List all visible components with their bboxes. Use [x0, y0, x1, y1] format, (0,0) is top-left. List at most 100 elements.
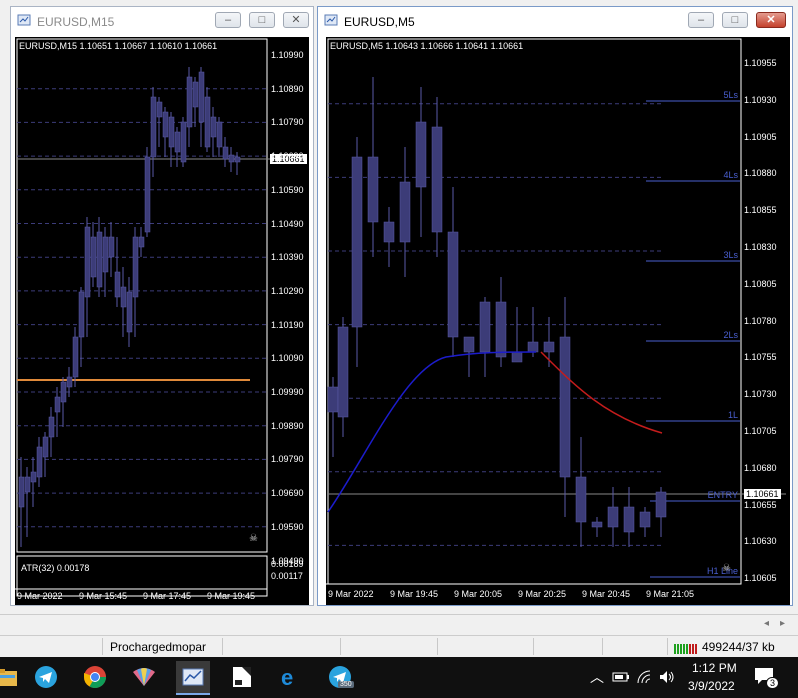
- maximize-button[interactable]: □: [722, 12, 748, 28]
- level-label: 3Ls: [723, 250, 738, 260]
- right-window-titlebar[interactable]: EURUSD,M5 – □ ✕: [318, 7, 792, 35]
- candle-body: [431, 126, 443, 233]
- left-price-tick: 1.10990: [271, 50, 304, 60]
- explorer-icon[interactable]: [0, 663, 20, 691]
- left-chart-canvas[interactable]: [15, 37, 309, 605]
- close-button[interactable]: ✕: [283, 12, 309, 28]
- candle-body: [18, 476, 25, 508]
- candle-body: [96, 231, 103, 288]
- candle-body: [48, 416, 55, 438]
- atr-subwindow-frame: [16, 555, 268, 597]
- right-chart-window[interactable]: EURUSD,M5 – □ ✕ EURUSD,M5 1.10643 1.1066…: [317, 6, 793, 606]
- candle-body: [24, 476, 31, 493]
- edge-icon[interactable]: e: [277, 663, 305, 691]
- candle-body: [399, 181, 411, 243]
- wifi-icon[interactable]: [636, 669, 652, 685]
- candle-body: [367, 156, 379, 223]
- candle-body: [114, 271, 121, 298]
- atr-tick-low: 0.00117: [271, 571, 303, 581]
- candle-body: [72, 336, 79, 378]
- right-chart-canvas[interactable]: [326, 37, 790, 605]
- metatrader-icon[interactable]: [176, 661, 210, 695]
- right-plot-frame: [327, 38, 742, 585]
- right-price-tick: 1.10680: [744, 462, 777, 473]
- telegram-badge: 350: [338, 681, 354, 688]
- battery-icon[interactable]: [612, 671, 630, 683]
- scroll-left-icon[interactable]: ◂: [764, 618, 769, 629]
- right-price-tick: 1.10855: [744, 205, 777, 216]
- candle-body: [90, 236, 97, 278]
- left-candles: [18, 67, 241, 547]
- connection-status: 499244/37 kb: [702, 640, 775, 654]
- clock-time[interactable]: 1:12 PM: [692, 661, 737, 675]
- chrome-icon[interactable]: [81, 663, 109, 691]
- left-date-tick: 9 Mar 19:45: [207, 591, 256, 601]
- left-window-title: EURUSD,M15: [37, 15, 115, 29]
- candle-body: [623, 506, 635, 533]
- windows-taskbar: e 350 ︿ 1:12 PM 3/9/2022 3: [0, 657, 798, 698]
- right-window-title: EURUSD,M5: [344, 15, 415, 29]
- candle-body: [222, 146, 229, 160]
- level-label: 1L: [727, 410, 738, 420]
- right-date-tick: 9 Mar 21:05: [646, 589, 695, 599]
- candle-body: [337, 326, 349, 418]
- left-date-tick: 9 Mar 15:45: [79, 591, 128, 601]
- left-price-tick: 1.10590: [271, 184, 304, 195]
- atr-tick-high: 0.00189: [271, 559, 304, 569]
- left-price-tick: 1.10490: [271, 218, 304, 229]
- left-plot-frame: [16, 38, 268, 553]
- volume-icon[interactable]: [658, 669, 676, 685]
- right-chart-header: EURUSD,M5 1.10643 1.10666 1.10641 1.1066…: [330, 41, 524, 51]
- candle-body: [559, 336, 571, 478]
- candle-body: [655, 491, 667, 518]
- chart-window-icon: [17, 14, 31, 26]
- candle-body: [30, 471, 37, 483]
- left-chart-window[interactable]: EURUSD,M15 – □ ✕ EURUSD,M15 1.10651 1.10…: [10, 6, 314, 606]
- system-tray: ︿ 1:12 PM 3/9/2022 3: [586, 657, 798, 698]
- candle-body: [174, 131, 181, 153]
- chart-tab-strip[interactable]: ◂ ▸: [0, 614, 798, 635]
- level-label: 2Ls: [723, 330, 738, 340]
- right-price-tick: 1.10805: [744, 278, 777, 289]
- left-price-tick: 1.09890: [271, 420, 304, 431]
- right-price-tick: 1.10705: [744, 426, 777, 436]
- left-price-tick: 1.09590: [271, 521, 304, 532]
- left-chart-header: EURUSD,M15 1.10651 1.10667 1.10610 1.106…: [19, 41, 218, 51]
- minimize-button[interactable]: –: [688, 12, 714, 28]
- candle-body: [180, 121, 187, 163]
- candle-body: [639, 511, 651, 528]
- maximize-button[interactable]: □: [249, 12, 275, 28]
- minimize-button[interactable]: –: [215, 12, 241, 28]
- scroll-right-icon[interactable]: ▸: [780, 618, 785, 629]
- candle-body: [150, 96, 157, 158]
- telegram-icon[interactable]: [32, 663, 60, 691]
- left-price-tick: 1.10090: [271, 353, 304, 364]
- right-chart-area[interactable]: EURUSD,M5 1.10643 1.10666 1.10641 1.1066…: [326, 37, 790, 605]
- left-window-titlebar[interactable]: EURUSD,M15 – □ ✕: [11, 7, 313, 35]
- left-price-tick: 1.10690: [271, 151, 304, 162]
- candle-body: [60, 381, 67, 403]
- candle-body: [607, 506, 619, 528]
- connection-bars-icon: [674, 641, 698, 654]
- close-button[interactable]: ✕: [756, 12, 786, 28]
- left-price-tick: 1.10890: [271, 83, 304, 94]
- telegram-icon[interactable]: 350: [326, 663, 354, 691]
- right-price-tick: 1.10880: [744, 168, 777, 179]
- clock-date[interactable]: 3/9/2022: [688, 679, 735, 693]
- chevron-up-icon[interactable]: ︿: [590, 667, 604, 687]
- candle-body: [120, 286, 127, 308]
- left-chart-area[interactable]: EURUSD,M15 1.10651 1.10667 1.10610 1.106…: [15, 37, 309, 605]
- notepad-icon[interactable]: [228, 663, 256, 691]
- candle-body: [78, 291, 85, 338]
- candle-body: [591, 521, 603, 528]
- fan-app-icon[interactable]: [130, 663, 158, 691]
- right-date-tick: 9 Mar 20:45: [582, 589, 631, 599]
- right-price-tick: 1.10780: [744, 315, 777, 326]
- candle-body: [527, 341, 539, 353]
- level-label: 4Ls: [723, 170, 738, 180]
- candle-body: [543, 341, 555, 353]
- candle-body: [186, 76, 193, 128]
- chart-window-icon: [324, 14, 338, 26]
- candle-body: [327, 386, 339, 413]
- candle-body: [108, 236, 115, 258]
